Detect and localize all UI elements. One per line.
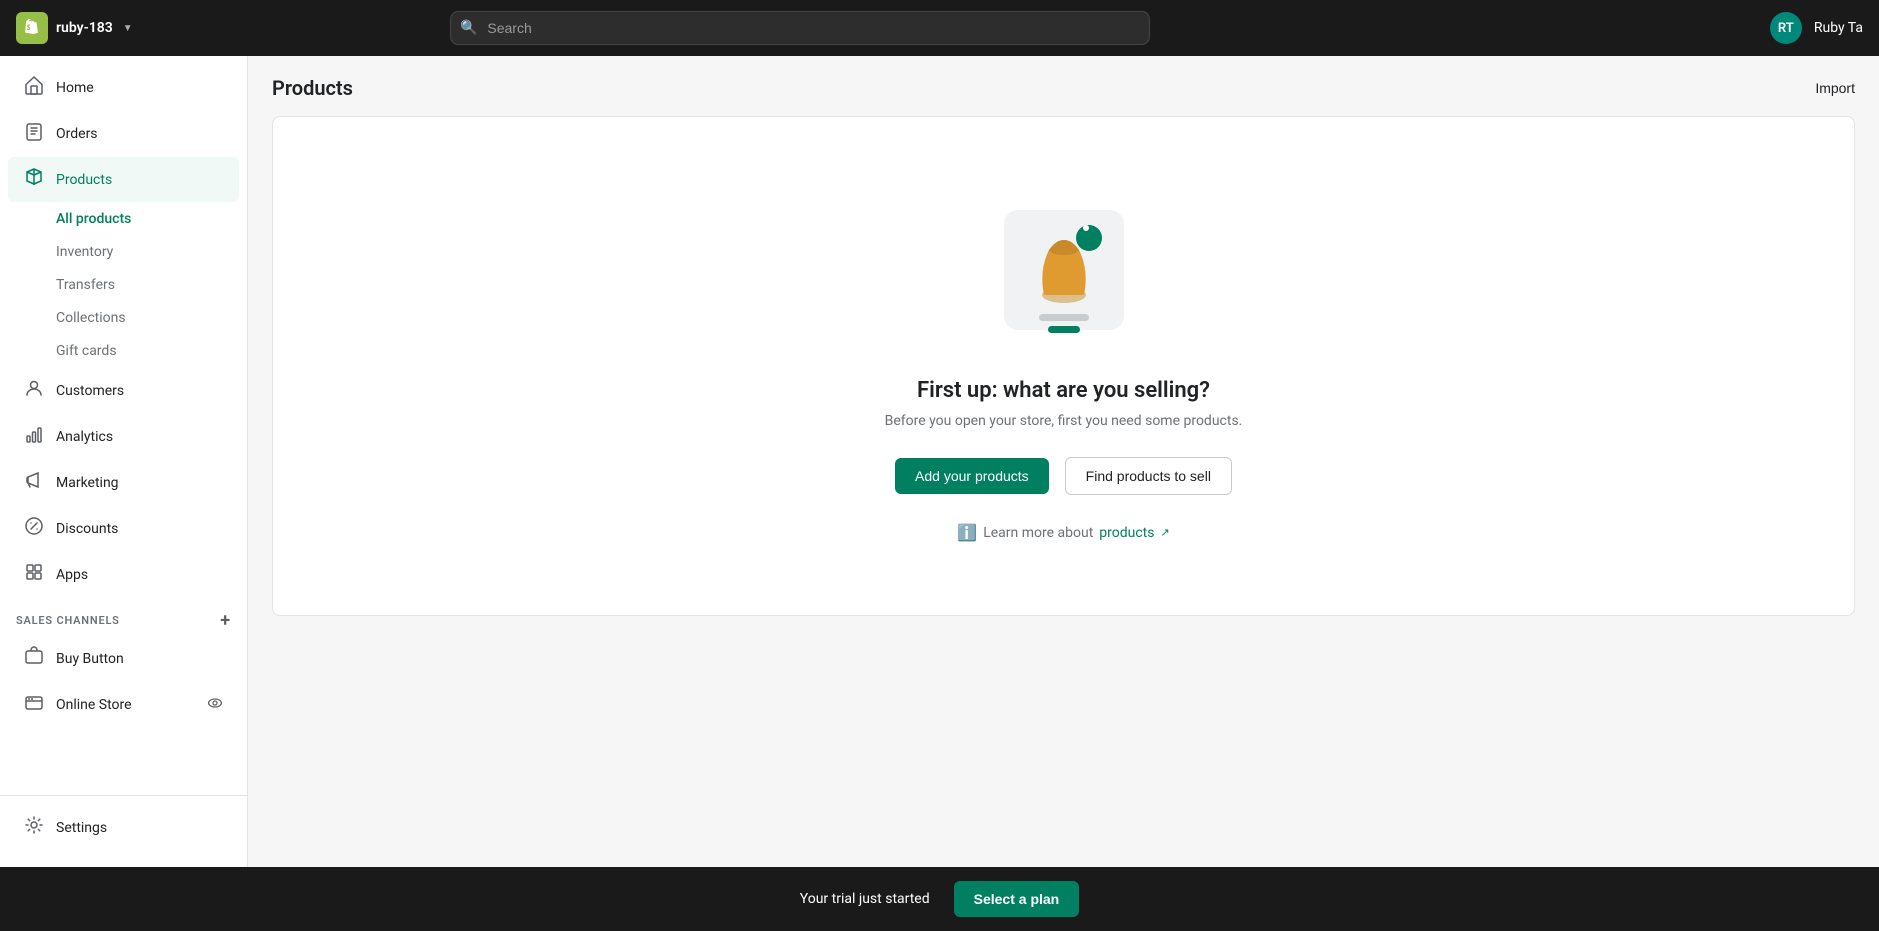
orders-icon bbox=[24, 121, 44, 146]
sidebar-item-apps-label: Apps bbox=[56, 567, 88, 583]
sidebar-item-products[interactable]: Products bbox=[8, 157, 239, 202]
sidebar-nav: Home Orders Products All products Invent… bbox=[0, 56, 247, 795]
empty-state-card: First up: what are you selling? Before y… bbox=[272, 116, 1855, 616]
sidebar-item-orders[interactable]: Orders bbox=[8, 111, 239, 156]
import-button[interactable]: Import bbox=[1815, 80, 1855, 96]
product-illustration bbox=[984, 190, 1144, 350]
discounts-icon bbox=[24, 516, 44, 541]
topbar: ruby-183 ▼ 🔍 RT Ruby Ta bbox=[0, 0, 1879, 56]
search-bar: 🔍 bbox=[450, 11, 1150, 45]
sidebar-item-marketing-label: Marketing bbox=[56, 475, 119, 491]
search-icon: 🔍 bbox=[460, 20, 477, 36]
avatar[interactable]: RT bbox=[1770, 12, 1802, 44]
sidebar-item-settings[interactable]: Settings bbox=[8, 805, 239, 850]
products-icon bbox=[24, 167, 44, 192]
apps-icon bbox=[24, 562, 44, 587]
sidebar-item-buy-button[interactable]: Buy Button bbox=[8, 636, 239, 681]
products-learn-more-link[interactable]: products bbox=[1099, 525, 1154, 541]
sidebar-item-discounts-label: Discounts bbox=[56, 521, 118, 537]
layout: Home Orders Products All products Invent… bbox=[0, 56, 1879, 867]
sidebar-item-discounts[interactable]: Discounts bbox=[8, 506, 239, 551]
sidebar-item-apps[interactable]: Apps bbox=[8, 552, 239, 597]
trial-text: Your trial just started bbox=[800, 891, 930, 907]
store-dropdown-icon: ▼ bbox=[123, 23, 133, 34]
sidebar-item-settings-label: Settings bbox=[56, 820, 107, 836]
sidebar-item-orders-label: Orders bbox=[56, 126, 98, 142]
main-content: Products Import bbox=[248, 56, 1879, 867]
marketing-icon bbox=[24, 470, 44, 495]
sidebar-item-marketing[interactable]: Marketing bbox=[8, 460, 239, 505]
sidebar-item-online-store[interactable]: Online Store bbox=[8, 682, 239, 727]
sidebar-item-customers[interactable]: Customers bbox=[8, 368, 239, 413]
store-logo[interactable]: ruby-183 ▼ bbox=[16, 12, 133, 44]
sidebar-bottom: Settings bbox=[0, 795, 247, 867]
add-products-button[interactable]: Add your products bbox=[895, 458, 1049, 494]
buy-button-icon bbox=[24, 646, 44, 671]
external-link-icon: ↗ bbox=[1160, 526, 1169, 539]
empty-state-description: Before you open your store, first you ne… bbox=[885, 413, 1243, 429]
sidebar: Home Orders Products All products Invent… bbox=[0, 56, 248, 867]
topbar-right: RT Ruby Ta bbox=[1770, 12, 1863, 44]
find-products-button[interactable]: Find products to sell bbox=[1065, 457, 1232, 495]
sidebar-item-analytics-label: Analytics bbox=[56, 429, 113, 445]
sidebar-subitem-all-products[interactable]: All products bbox=[8, 203, 239, 235]
sidebar-subitem-inventory[interactable]: Inventory bbox=[8, 236, 239, 268]
info-link-row: ℹ️ Learn more about products ↗ bbox=[957, 523, 1169, 542]
shopify-icon bbox=[16, 12, 48, 44]
sidebar-item-customers-label: Customers bbox=[56, 383, 124, 399]
sidebar-item-home-label: Home bbox=[56, 80, 94, 96]
sidebar-item-online-store-label: Online Store bbox=[56, 697, 132, 713]
username: Ruby Ta bbox=[1814, 20, 1863, 36]
store-name: ruby-183 bbox=[56, 20, 113, 36]
sales-channels-title: SALES CHANNELS + bbox=[0, 598, 247, 635]
sidebar-item-home[interactable]: Home bbox=[8, 65, 239, 110]
empty-state-actions: Add your products Find products to sell bbox=[895, 457, 1232, 495]
select-plan-button[interactable]: Select a plan bbox=[954, 881, 1080, 917]
sidebar-item-buy-button-label: Buy Button bbox=[56, 651, 124, 667]
online-store-icon bbox=[24, 692, 44, 717]
sidebar-subitem-transfers[interactable]: Transfers bbox=[8, 269, 239, 301]
empty-state-title: First up: what are you selling? bbox=[917, 378, 1210, 403]
analytics-icon bbox=[24, 424, 44, 449]
info-icon: ℹ️ bbox=[957, 523, 977, 542]
sidebar-subitem-gift-cards[interactable]: Gift cards bbox=[8, 335, 239, 367]
eye-icon bbox=[207, 695, 223, 715]
customers-icon bbox=[24, 378, 44, 403]
trial-bar: Your trial just started Select a plan bbox=[0, 867, 1879, 931]
sidebar-item-analytics[interactable]: Analytics bbox=[8, 414, 239, 459]
sidebar-subitem-collections[interactable]: Collections bbox=[8, 302, 239, 334]
add-sales-channel-icon[interactable]: + bbox=[220, 610, 231, 631]
page-title: Products bbox=[272, 76, 353, 100]
search-input[interactable] bbox=[450, 11, 1150, 45]
sidebar-item-products-label: Products bbox=[56, 172, 112, 188]
page-header: Products Import bbox=[272, 76, 1855, 100]
home-icon bbox=[24, 75, 44, 100]
settings-icon bbox=[24, 815, 44, 840]
